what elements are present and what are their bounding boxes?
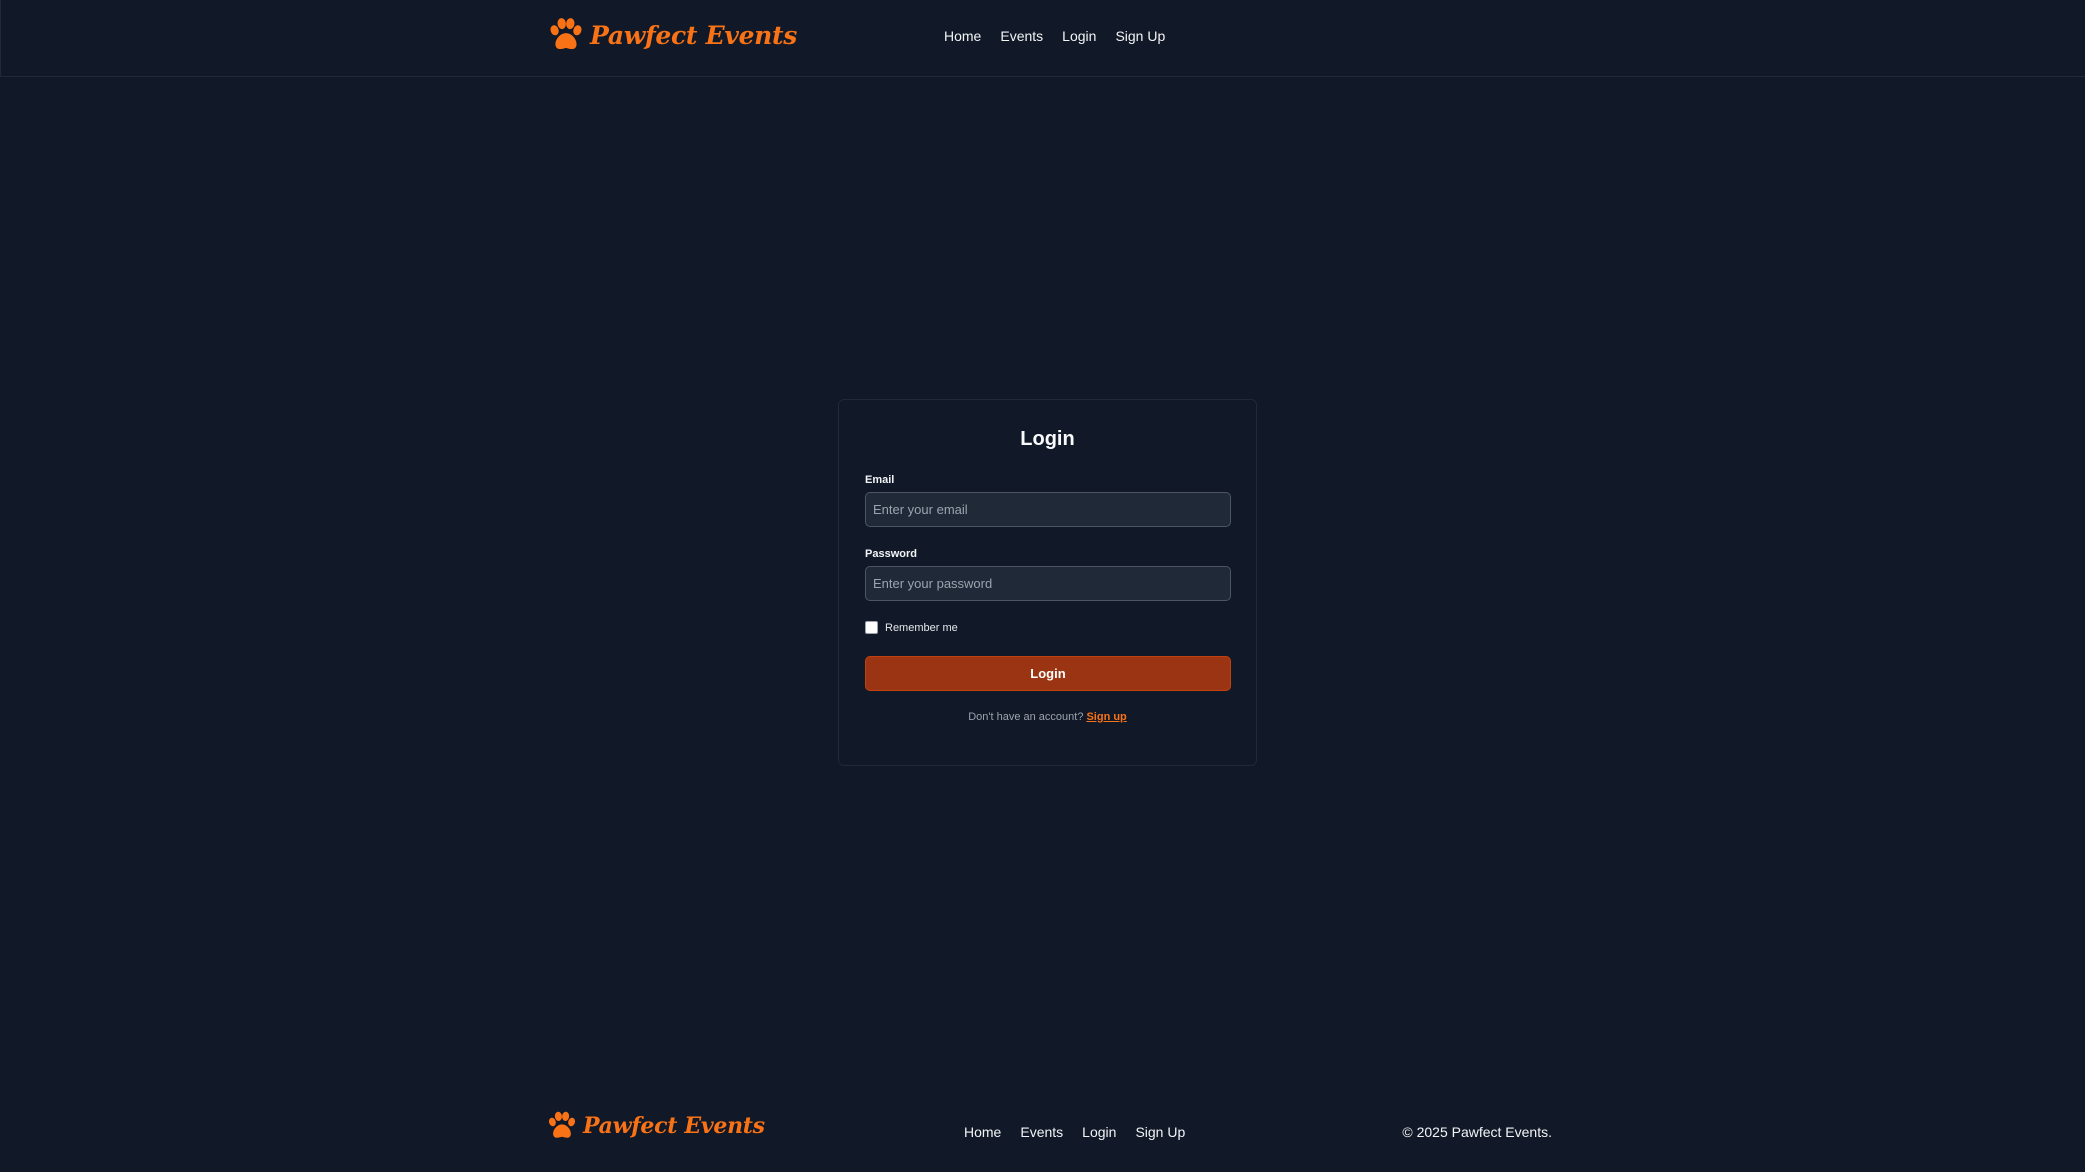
brand-name: Pawfect Events [590, 20, 798, 50]
paw-icon [550, 18, 582, 49]
copyright-text: © 2025 Pawfect Events. [1402, 1124, 1552, 1140]
footer-link-events[interactable]: Events [1020, 1124, 1063, 1140]
nav-link-events[interactable]: Events [1000, 28, 1043, 44]
header-nav: Home Events Login Sign Up [944, 28, 1165, 44]
nav-link-login[interactable]: Login [1062, 28, 1096, 44]
email-label: Email [865, 474, 895, 486]
brand-logo-link[interactable]: Pawfect Events [547, 16, 797, 54]
remember-me-checkbox[interactable] [865, 621, 878, 634]
signup-link[interactable]: Sign up [1086, 711, 1126, 723]
login-title: Login [1020, 428, 1075, 450]
password-field[interactable] [865, 566, 1231, 601]
signup-prompt-row: Don't have an account? Sign up [839, 711, 1256, 723]
remember-me-label[interactable]: Remember me [885, 622, 958, 634]
login-card: Login Email Password Remember me Login D… [838, 399, 1257, 766]
footer-link-login[interactable]: Login [1082, 1124, 1116, 1140]
password-label: Password [865, 548, 917, 560]
nav-link-sign-up[interactable]: Sign Up [1115, 28, 1165, 44]
footer-link-sign-up[interactable]: Sign Up [1135, 1124, 1185, 1140]
site-footer: Pawfect Events Home Events Login Sign Up… [0, 1110, 2085, 1155]
login-button[interactable]: Login [865, 656, 1231, 691]
footer-nav: Home Events Login Sign Up [964, 1124, 1185, 1140]
footer-brand-name: Pawfect Events [583, 1113, 765, 1139]
paw-icon [548, 1111, 576, 1138]
footer-brand-logo-link[interactable]: Pawfect Events [546, 1110, 765, 1142]
signup-prompt-text: Don't have an account? [968, 711, 1084, 723]
email-field[interactable] [865, 492, 1231, 527]
remember-me-row: Remember me [865, 621, 958, 634]
site-header: Pawfect Events Home Events Login Sign Up [0, 0, 2085, 77]
nav-link-home[interactable]: Home [944, 28, 981, 44]
footer-link-home[interactable]: Home [964, 1124, 1001, 1140]
